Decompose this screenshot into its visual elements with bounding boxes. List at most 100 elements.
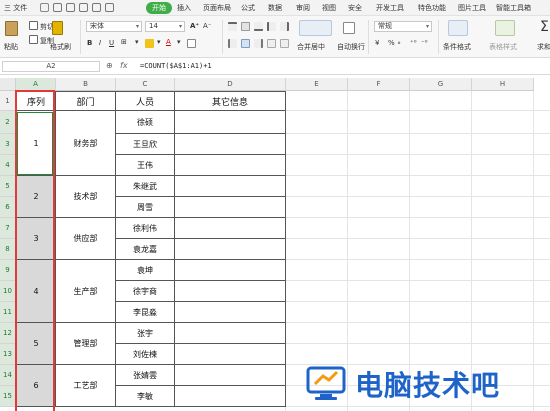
conditional-format-icon[interactable] xyxy=(448,20,468,36)
row-header-2[interactable]: 2 xyxy=(0,111,16,134)
department-cell[interactable]: 生产部 xyxy=(56,260,116,323)
tab-smart-toolbox[interactable]: 智能工具箱 xyxy=(496,3,531,13)
row-header-10[interactable]: 10 xyxy=(0,281,16,302)
person-cell[interactable]: 刘佐楝 xyxy=(116,344,175,365)
row-header-8[interactable]: 8 xyxy=(0,239,16,260)
person-cell[interactable]: 张宇 xyxy=(116,323,175,344)
fx-icon[interactable]: fx xyxy=(120,61,128,70)
other-info-cell[interactable] xyxy=(175,302,286,323)
font-size-select[interactable]: 14 ▾ xyxy=(145,21,185,32)
row-header-15[interactable]: 15 xyxy=(0,386,16,407)
tab-home[interactable]: 开始 xyxy=(146,2,172,14)
sequence-cell[interactable]: 4 xyxy=(16,260,56,323)
distribute-icon[interactable] xyxy=(280,39,289,48)
format-painter-label[interactable]: 格式刷 xyxy=(50,42,71,52)
copy-icon[interactable] xyxy=(29,35,38,44)
tab-review[interactable]: 审阅 xyxy=(296,3,310,13)
number-format-select[interactable]: 常规 ▾ xyxy=(374,21,432,32)
person-cell[interactable]: 徐宇商 xyxy=(116,281,175,302)
tab-security[interactable]: 安全 xyxy=(348,3,362,13)
quick-access-more-icon[interactable] xyxy=(105,3,114,12)
align-middle-icon[interactable] xyxy=(241,22,250,31)
italic-icon[interactable]: I xyxy=(99,39,101,47)
merge-center-button[interactable]: 合并居中 xyxy=(297,42,325,52)
row-header-12[interactable]: 12 xyxy=(0,323,16,344)
other-info-cell[interactable] xyxy=(175,197,286,218)
other-info-cell[interactable] xyxy=(175,344,286,365)
row-header-13[interactable]: 13 xyxy=(0,344,16,365)
row-header-11[interactable]: 11 xyxy=(0,302,16,323)
clear-format-icon[interactable] xyxy=(187,39,196,48)
row-header-3[interactable]: 3 xyxy=(0,134,16,155)
tab-page-layout[interactable]: 页面布局 xyxy=(203,3,231,13)
other-info-cell[interactable] xyxy=(175,134,286,155)
person-cell[interactable]: 周雪 xyxy=(116,197,175,218)
currency-icon[interactable]: ¥ xyxy=(375,39,379,47)
header-cell-dept[interactable]: 部门 xyxy=(56,91,116,111)
other-info-cell[interactable] xyxy=(175,176,286,197)
other-info-cell[interactable] xyxy=(175,386,286,407)
table-style-button[interactable]: 表格样式 xyxy=(489,42,517,52)
formula-input[interactable]: =COUNT($A$1:A1)+1 xyxy=(140,62,212,70)
header-cell-person[interactable]: 人员 xyxy=(116,91,175,111)
tab-special[interactable]: 特色功能 xyxy=(418,3,446,13)
font-color-icon[interactable]: A xyxy=(166,38,171,46)
column-header-b[interactable]: B xyxy=(56,78,116,91)
sequence-cell[interactable]: 1 xyxy=(16,111,56,176)
tab-developer[interactable]: 开发工具 xyxy=(376,3,404,13)
other-info-cell[interactable] xyxy=(175,323,286,344)
person-cell[interactable]: 朱继武 xyxy=(116,176,175,197)
sequence-cell[interactable]: 3 xyxy=(16,218,56,260)
other-info-cell[interactable] xyxy=(175,218,286,239)
column-header-e[interactable]: E xyxy=(286,78,348,91)
row-header-7[interactable]: 7 xyxy=(0,218,16,239)
department-cell[interactable]: 管理部 xyxy=(56,323,116,365)
print-icon[interactable] xyxy=(66,3,75,12)
tab-insert[interactable]: 插入 xyxy=(177,3,191,13)
department-cell[interactable]: 工艺部 xyxy=(56,365,116,407)
other-info-cell[interactable] xyxy=(175,155,286,176)
sequence-cell[interactable]: 5 xyxy=(16,323,56,365)
paste-icon[interactable] xyxy=(5,21,18,36)
print-preview-icon[interactable] xyxy=(79,3,88,12)
name-box[interactable]: A2 xyxy=(2,61,100,72)
sequence-cell[interactable]: 2 xyxy=(16,176,56,218)
redo-icon[interactable] xyxy=(92,3,101,12)
person-cell[interactable]: 王旦欣 xyxy=(116,134,175,155)
zoom-icon[interactable]: ⊕ xyxy=(106,61,113,70)
header-cell-other[interactable]: 其它信息 xyxy=(175,91,286,111)
shrink-font-icon[interactable]: A⁻ xyxy=(203,22,211,30)
other-info-cell[interactable] xyxy=(175,260,286,281)
fill-color-icon[interactable] xyxy=(145,39,154,48)
tab-view[interactable]: 视图 xyxy=(322,3,336,13)
wrap-text-icon[interactable] xyxy=(343,22,355,34)
column-header-f[interactable]: F xyxy=(348,78,410,91)
department-cell[interactable]: 供应部 xyxy=(56,218,116,260)
select-all-corner[interactable] xyxy=(0,78,16,91)
conditional-format-button[interactable]: 条件格式 xyxy=(443,42,471,52)
department-cell[interactable]: 技术部 xyxy=(56,176,116,218)
column-header-d[interactable]: D xyxy=(175,78,286,91)
person-cell[interactable]: 袁龙嘉 xyxy=(116,239,175,260)
department-cell[interactable]: 财务部 xyxy=(56,111,116,176)
other-info-cell[interactable] xyxy=(175,365,286,386)
format-painter-icon[interactable] xyxy=(52,21,63,35)
row-header-1[interactable]: 1 xyxy=(0,91,16,111)
person-cell[interactable]: 袁坤 xyxy=(116,260,175,281)
sum-icon[interactable]: Σ xyxy=(540,19,549,35)
sum-button[interactable]: 求和 xyxy=(537,42,550,52)
tab-data[interactable]: 数据 xyxy=(268,3,282,13)
border-dropdown-icon[interactable]: ▾ xyxy=(135,38,139,46)
person-cell[interactable]: 徐利伟 xyxy=(116,218,175,239)
column-header-a[interactable]: A xyxy=(16,78,56,91)
font-name-select[interactable]: 宋体 ▾ xyxy=(86,21,142,32)
row-header-4[interactable]: 4 xyxy=(0,155,16,176)
align-right-icon[interactable] xyxy=(254,39,263,48)
cut-icon[interactable] xyxy=(29,21,38,30)
header-cell-seq[interactable]: 序列 xyxy=(16,91,56,111)
align-left-icon[interactable] xyxy=(228,39,237,48)
merge-center-icon[interactable] xyxy=(299,20,332,36)
grow-font-icon[interactable]: A⁺ xyxy=(190,22,199,30)
column-header-g[interactable]: G xyxy=(410,78,472,91)
row-header-6[interactable]: 6 xyxy=(0,197,16,218)
